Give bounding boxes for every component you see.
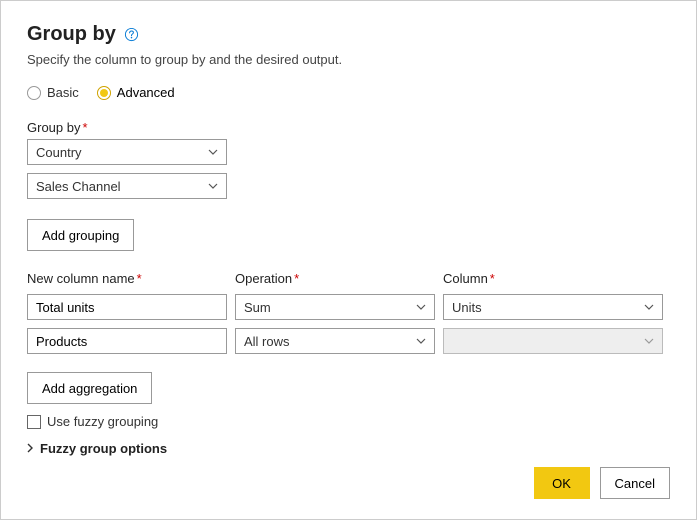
radio-basic-label: Basic [47, 85, 79, 100]
group-by-select-1[interactable]: Sales Channel [27, 173, 227, 199]
chevron-down-icon [644, 304, 654, 310]
aggregation-row: All rows [27, 328, 670, 354]
add-grouping-button[interactable]: Add grouping [27, 219, 134, 251]
select-value: Sales Channel [36, 179, 121, 194]
column-select-disabled [443, 328, 663, 354]
select-value: Sum [244, 300, 271, 315]
chevron-right-icon [27, 441, 34, 456]
aggregation-row: Sum Units [27, 294, 670, 320]
fuzzy-grouping-label: Use fuzzy grouping [47, 414, 158, 429]
radio-icon [97, 86, 111, 100]
mode-radio-group: Basic Advanced [27, 85, 670, 100]
radio-advanced-label: Advanced [117, 85, 175, 100]
fuzzy-grouping-checkbox[interactable]: Use fuzzy grouping [27, 414, 670, 429]
dialog-subtitle: Specify the column to group by and the d… [27, 52, 670, 67]
dialog-title: Group by [27, 23, 116, 46]
column-select[interactable]: Units [443, 294, 663, 320]
help-icon[interactable] [124, 27, 140, 43]
select-value: Units [452, 300, 482, 315]
radio-icon [27, 86, 41, 100]
radio-basic[interactable]: Basic [27, 85, 79, 100]
group-by-select-0[interactable]: Country [27, 139, 227, 165]
chevron-down-icon [416, 338, 426, 344]
select-value: All rows [244, 334, 290, 349]
new-column-name-input[interactable] [27, 328, 227, 354]
group-by-dialog: Group by Specify the column to group by … [0, 0, 697, 520]
column-label: Column* [443, 271, 663, 286]
cancel-button[interactable]: Cancel [600, 467, 670, 499]
checkbox-icon [27, 415, 41, 429]
chevron-down-icon [644, 338, 654, 344]
operation-select[interactable]: All rows [235, 328, 435, 354]
new-column-name-input[interactable] [27, 294, 227, 320]
new-column-label: New column name* [27, 271, 227, 286]
ok-button[interactable]: OK [534, 467, 590, 499]
select-value: Country [36, 145, 82, 160]
operation-label: Operation* [235, 271, 435, 286]
add-aggregation-button[interactable]: Add aggregation [27, 372, 152, 404]
chevron-down-icon [208, 183, 218, 189]
chevron-down-icon [416, 304, 426, 310]
fuzzy-options-label: Fuzzy group options [40, 441, 167, 456]
operation-select[interactable]: Sum [235, 294, 435, 320]
group-by-label: Group by* [27, 120, 670, 135]
chevron-down-icon [208, 149, 218, 155]
fuzzy-options-expander[interactable]: Fuzzy group options [27, 441, 670, 456]
radio-advanced[interactable]: Advanced [97, 85, 175, 100]
